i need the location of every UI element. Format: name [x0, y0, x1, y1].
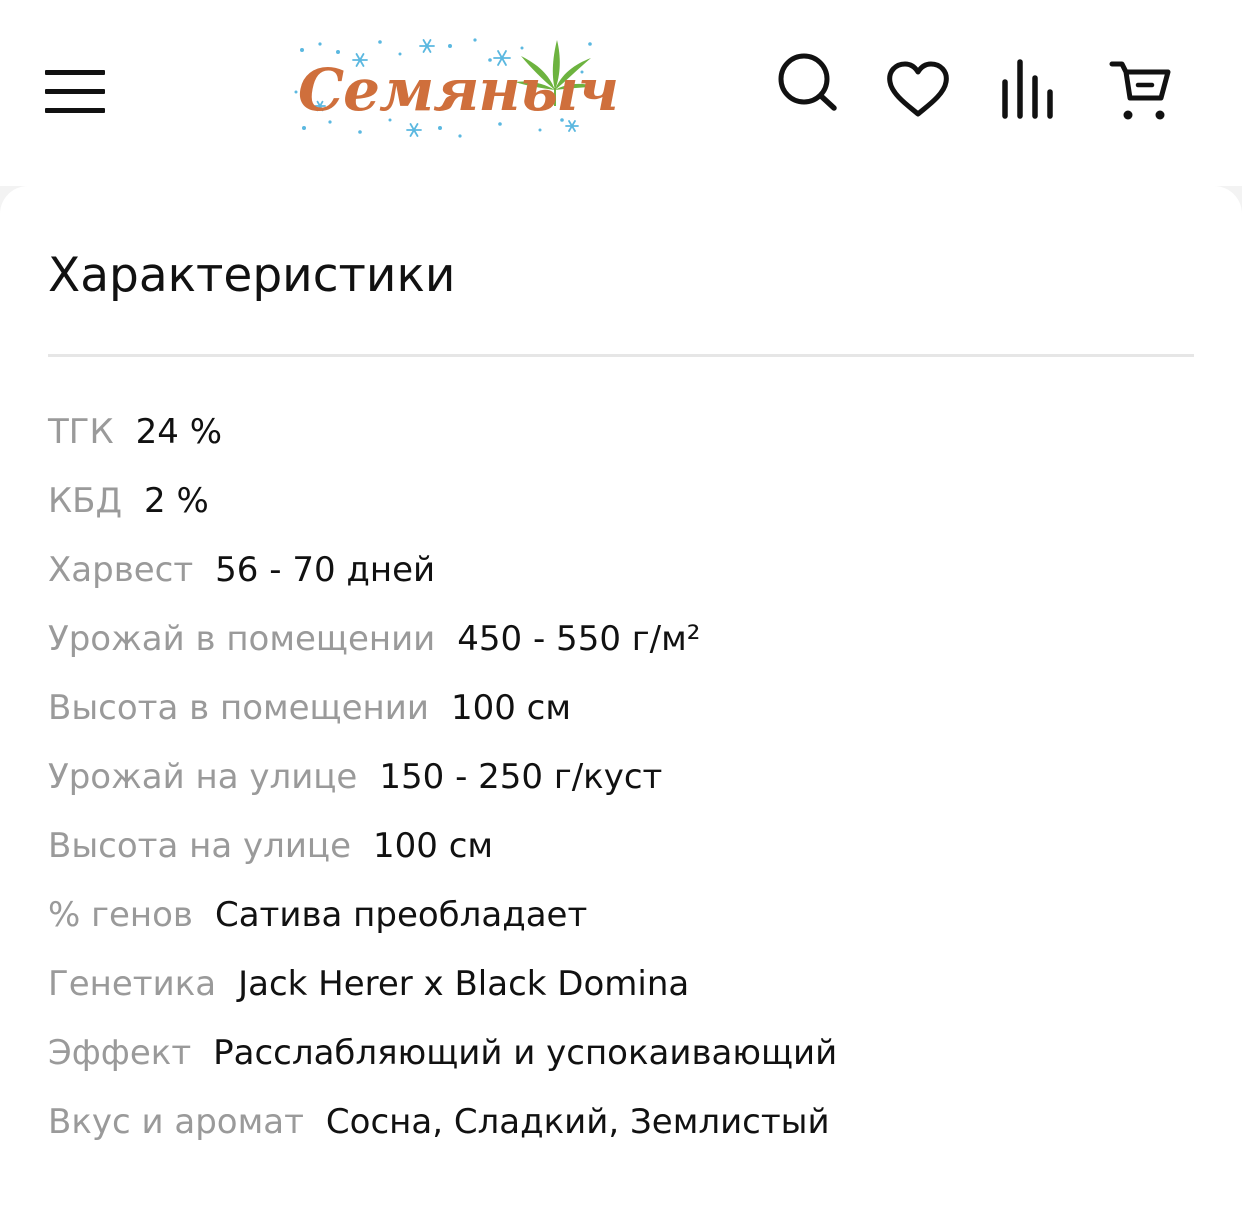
hamburger-menu-icon[interactable] — [45, 70, 105, 114]
spec-value: 24 % — [135, 412, 223, 452]
spec-label: КБД — [48, 481, 123, 521]
spec-label: Харвест — [48, 550, 194, 590]
spec-label: ТГК — [48, 412, 114, 452]
spec-value: 56 - 70 дней — [215, 550, 436, 590]
site-header: Семяныч — [0, 0, 1242, 186]
spec-label: Генетика — [48, 964, 217, 1004]
search-icon[interactable] — [776, 52, 840, 112]
spec-row-indoor-height: Высота в помещении 100 см — [48, 682, 1198, 751]
menu-bar — [45, 70, 105, 75]
heart-icon[interactable] — [886, 60, 950, 120]
spec-value: Сатива преобладает — [214, 895, 588, 935]
spec-value: Jack Herer x Black Domina — [238, 964, 690, 1004]
logo-text: Семяныч — [298, 56, 619, 124]
spec-value: Расслабляющий и успокаивающий — [213, 1033, 838, 1073]
spec-value: 450 - 550 г/м² — [457, 619, 701, 659]
cart-icon[interactable] — [1108, 58, 1174, 124]
characteristics-title: Характеристики — [48, 248, 456, 303]
spec-value: 2 % — [144, 481, 209, 521]
spec-row-harvest: Харвест 56 - 70 дней — [48, 544, 1198, 613]
spec-row-genetics: Генетика Jack Herer x Black Domina — [48, 958, 1198, 1027]
menu-bar — [45, 108, 105, 113]
spec-row-flavor: Вкус и аромат Сосна, Сладкий, Землистый — [48, 1096, 1198, 1165]
spec-row-outdoor-height: Высота на улице 100 см — [48, 820, 1198, 889]
spec-row-outdoor-yield: Урожай на улице 150 - 250 г/куст — [48, 751, 1198, 820]
spec-row-thc: ТГК 24 % — [48, 406, 1198, 475]
spec-label: Эффект — [48, 1033, 192, 1073]
characteristics-list: ТГК 24 % КБД 2 % Харвест 56 - 70 дней Урожа… — [48, 406, 1198, 1165]
spec-row-cbd: КБД 2 % — [48, 475, 1198, 544]
spec-value: Сосна, Сладкий, Землистый — [325, 1102, 830, 1142]
menu-bar — [45, 89, 105, 94]
spec-row-genes: % генов Сатива преобладает — [48, 889, 1198, 958]
compare-icon[interactable] — [1000, 58, 1060, 122]
title-divider — [48, 354, 1194, 357]
spec-value: 100 см — [450, 688, 571, 728]
spec-label: Высота в помещении — [48, 688, 429, 728]
spec-label: Урожай в помещении — [48, 619, 436, 659]
spec-value: 100 см — [373, 826, 494, 866]
spec-label: Вкус и аромат — [48, 1102, 304, 1142]
spec-label: Урожай на улице — [48, 757, 358, 797]
spec-label: Высота на улице — [48, 826, 351, 866]
spec-value: 150 - 250 г/куст — [379, 757, 663, 797]
spec-row-indoor-yield: Урожай в помещении 450 - 550 г/м² — [48, 613, 1198, 682]
spec-label: % генов — [48, 895, 193, 935]
site-logo[interactable]: Семяныч — [290, 32, 619, 142]
spec-row-effect: Эффект Расслабляющий и успокаивающий — [48, 1027, 1198, 1096]
